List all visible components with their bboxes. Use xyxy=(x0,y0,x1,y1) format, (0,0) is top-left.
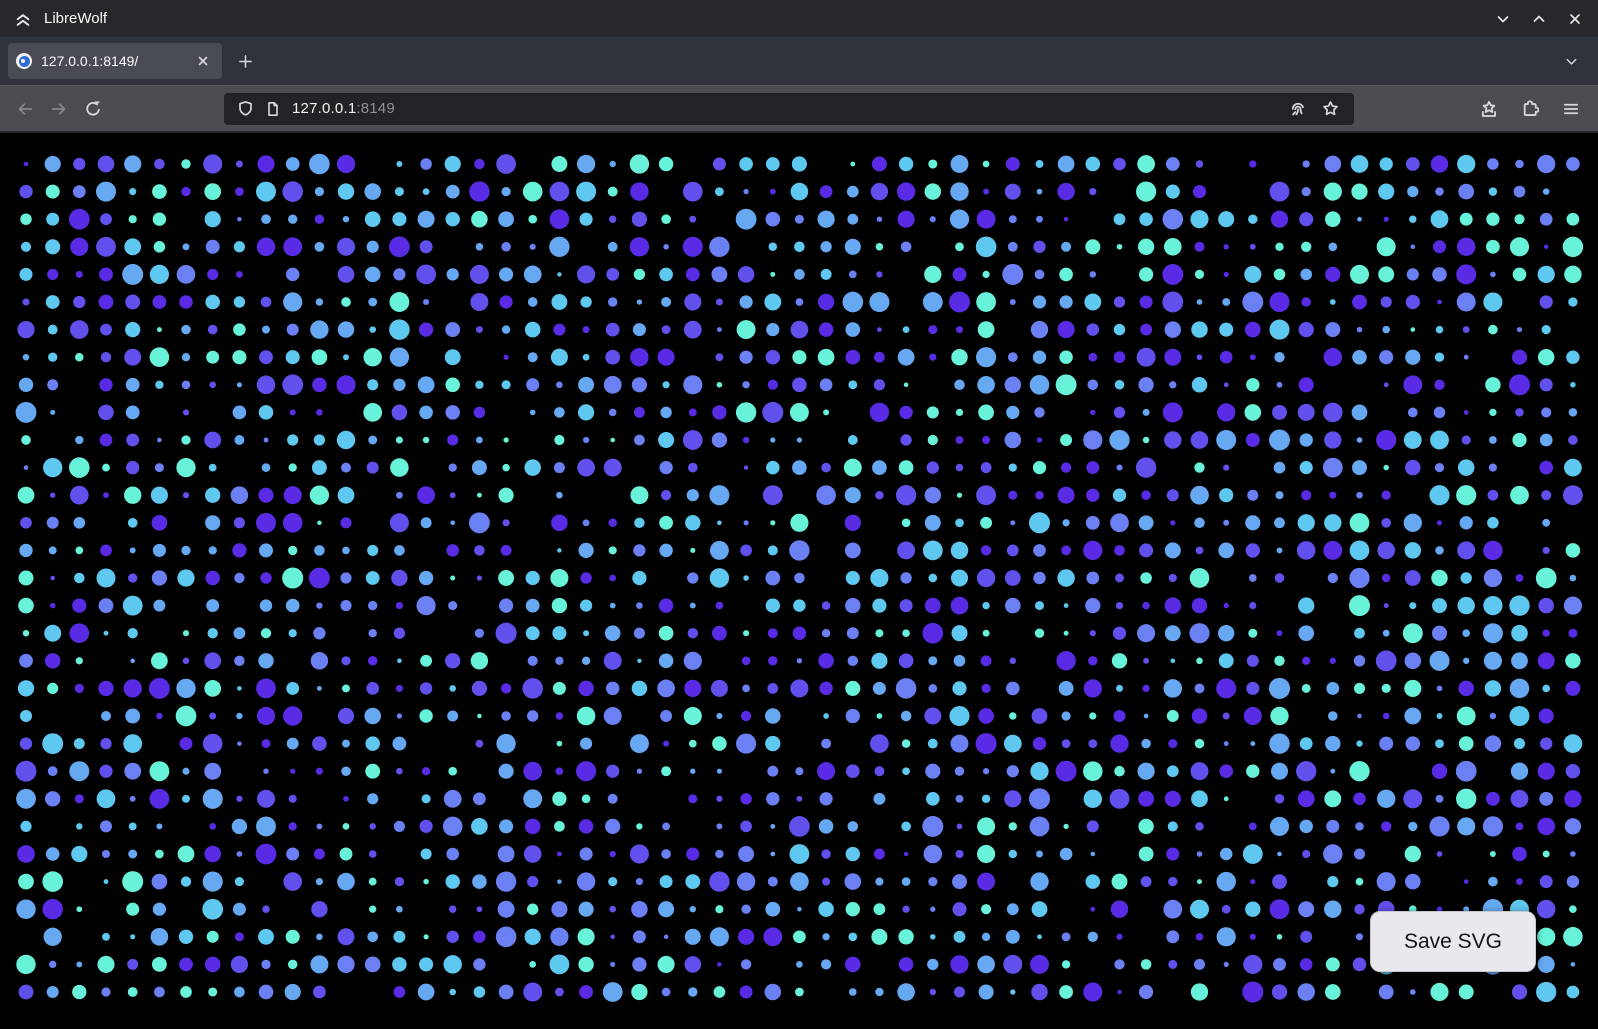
reload-button[interactable] xyxy=(76,92,110,126)
tab-favicon-icon xyxy=(16,53,32,69)
url-bar[interactable]: 127.0.0.1:8149 xyxy=(224,93,1354,125)
shield-icon[interactable] xyxy=(233,97,257,121)
toolbar-right-icons xyxy=(1472,92,1588,126)
url-host: 127.0.0.1 xyxy=(292,100,356,117)
browser-window: LibreWolf 127.0.0.1:8149/ xyxy=(0,0,1598,1029)
url-port: :8149 xyxy=(356,100,395,117)
minimize-button[interactable] xyxy=(1490,6,1516,32)
menu-icon[interactable] xyxy=(1554,92,1588,126)
titlebar: LibreWolf xyxy=(0,0,1598,37)
window-controls xyxy=(1490,6,1588,32)
tab-title: 127.0.0.1:8149/ xyxy=(41,53,192,69)
tab-overflow-button[interactable] xyxy=(1556,46,1586,76)
double-chevron-up-icon[interactable] xyxy=(12,8,34,30)
page-info-icon[interactable] xyxy=(261,97,285,121)
window-title: LibreWolf xyxy=(44,10,107,27)
back-button[interactable] xyxy=(8,92,42,126)
dot-field-artwork xyxy=(0,133,1598,1029)
navigation-toolbar: 127.0.0.1:8149 xyxy=(0,85,1598,133)
tab-bar: 127.0.0.1:8149/ xyxy=(0,37,1598,85)
forward-button[interactable] xyxy=(42,92,76,126)
bookmark-star-icon[interactable] xyxy=(1318,97,1342,121)
save-svg-button[interactable]: Save SVG xyxy=(1370,911,1536,972)
tab-127-0-0-1[interactable]: 127.0.0.1:8149/ xyxy=(8,43,222,79)
new-tab-button[interactable] xyxy=(230,46,260,76)
maximize-button[interactable] xyxy=(1526,6,1552,32)
close-button[interactable] xyxy=(1562,6,1588,32)
page-content: Save SVG xyxy=(0,133,1598,1029)
fingerprint-block-icon[interactable] xyxy=(1286,97,1310,121)
tab-close-icon[interactable] xyxy=(192,50,214,72)
bookmarks-tray-icon[interactable] xyxy=(1472,92,1506,126)
extensions-icon[interactable] xyxy=(1513,92,1547,126)
url-text[interactable]: 127.0.0.1:8149 xyxy=(292,100,395,117)
